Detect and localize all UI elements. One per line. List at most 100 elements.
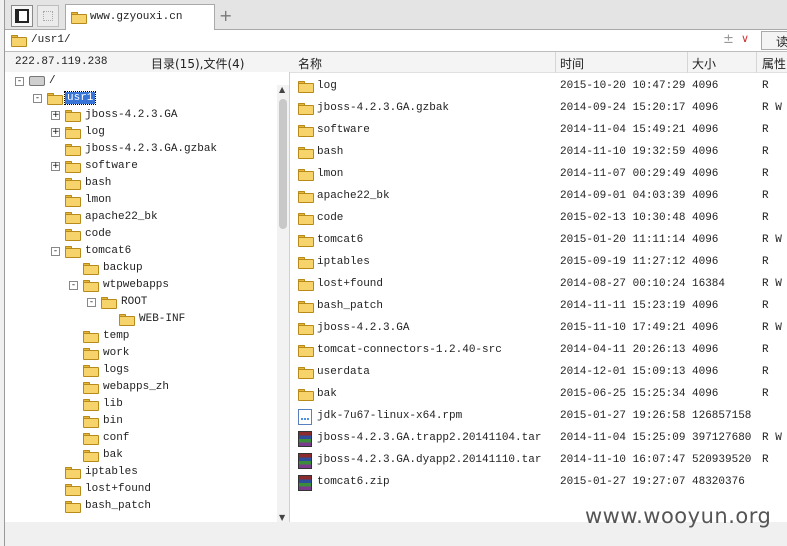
file-time: 2014-11-04 15:25:09 (560, 432, 686, 444)
file-row[interactable]: lost+found 2014-08-27 00:10:24 16384 R W (290, 274, 787, 296)
tree-item-label: bash_patch (85, 500, 152, 512)
folder-icon (65, 466, 81, 479)
new-tab-button[interactable]: + (219, 6, 232, 25)
file-name: jboss-4.2.3.GA.dyapp2.20141110.tar (317, 454, 542, 466)
collapse-icon[interactable]: - (51, 247, 60, 256)
file-row[interactable]: software 2014-11-04 15:49:21 4096 R (290, 120, 787, 142)
folder-icon (298, 124, 314, 137)
file-attr: R W (762, 322, 782, 334)
file-row[interactable]: jboss-4.2.3.GA.gzbak 2014-09-24 15:20:17 4… (290, 98, 787, 120)
file-row[interactable]: tomcat6.zip 2015-01-27 19:27:07 48320376 (290, 472, 787, 494)
folder-icon (298, 256, 314, 269)
expand-icon[interactable]: + (51, 128, 60, 137)
file-row[interactable]: jboss-4.2.3.GA 2015-11-10 17:49:21 4096 R W (290, 318, 787, 340)
column-size[interactable]: 大小 (692, 55, 716, 72)
file-name: bash_patch (317, 300, 384, 312)
file-size: 4096 (692, 80, 719, 92)
file-time: 2015-01-20 11:11:14 (560, 234, 686, 246)
file-row[interactable]: code 2015-02-13 10:30:48 4096 R (290, 208, 787, 230)
expand-icon[interactable]: + (51, 111, 60, 120)
file-time: 2015-11-10 17:49:21 (560, 322, 686, 334)
file-size: 4096 (692, 124, 719, 136)
file-time: 2015-01-27 19:26:58 (560, 410, 686, 422)
folder-icon (11, 34, 27, 47)
tree-header: 222.87.119.238 目录(15),文件(4) (5, 52, 290, 72)
panel-toggle-button[interactable] (11, 5, 33, 27)
folder-icon (65, 143, 81, 156)
file-row[interactable]: jboss-4.2.3.GA.dyapp2.20141110.tar 2014-1… (290, 450, 787, 472)
file-row[interactable]: bash_patch 2014-11-11 15:23:19 4096 R (290, 296, 787, 318)
file-name: tomcat-connectors-1.2.40-src (317, 344, 502, 356)
file-attr: R (762, 454, 769, 466)
file-size: 48320376 (692, 476, 745, 488)
file-row[interactable]: jdk-7u67-linux-x64.rpm 2015-01-27 19:26:5… (290, 406, 787, 428)
file-attr: R (762, 212, 769, 224)
folder-icon (65, 109, 81, 122)
secondary-panel-button[interactable] (37, 5, 59, 27)
scroll-down-icon[interactable]: ▼ (279, 513, 285, 522)
tab-site[interactable]: www.gzyouxi.cn (65, 4, 215, 30)
folder-icon (65, 126, 81, 139)
column-time[interactable]: 时间 (560, 55, 584, 72)
file-time: 2014-11-07 00:29:49 (560, 168, 686, 180)
file-row[interactable]: userdata 2014-12-01 15:09:13 4096 R (290, 362, 787, 384)
chevron-down-icon[interactable]: ∨ (741, 32, 749, 45)
file-row[interactable]: lmon 2014-11-07 00:29:49 4096 R (290, 164, 787, 186)
file-time: 2014-11-10 19:32:59 (560, 146, 686, 158)
folder-icon (65, 483, 81, 496)
collapse-icon[interactable]: - (33, 94, 42, 103)
column-divider[interactable] (687, 52, 688, 73)
column-name[interactable]: 名称 (298, 55, 322, 72)
file-name: log (317, 80, 337, 92)
file-name: apache22_bk (317, 190, 390, 202)
tree-item-label: lmon (85, 194, 112, 206)
watermark: www.wooyun.org (585, 504, 772, 528)
column-divider[interactable] (555, 52, 556, 73)
tree-item-label: webapps_zh (103, 381, 170, 393)
file-row[interactable]: jboss-4.2.3.GA.trapp2.20141104.tar 2014-1… (290, 428, 787, 450)
path-input[interactable]: /usr1/ (31, 34, 71, 46)
tree-item-label: / (49, 75, 56, 87)
collapse-icon[interactable]: - (87, 298, 96, 307)
file-name: bash (317, 146, 344, 158)
file-size: 4096 (692, 168, 719, 180)
file-name: tomcat6 (317, 234, 364, 246)
tree-item-label: temp (103, 330, 130, 342)
folder-icon (298, 80, 314, 93)
tree-item-label: tomcat6 (85, 245, 132, 257)
file-time: 2014-09-01 04:03:39 (560, 190, 686, 202)
tree-scrollbar[interactable]: ▲ ▼ (277, 85, 289, 522)
file-time: 2014-08-27 00:10:24 (560, 278, 686, 290)
file-row[interactable]: bash 2014-11-10 19:32:59 4096 R (290, 142, 787, 164)
tree-item-label: log (85, 126, 105, 138)
file-attr: R (762, 344, 769, 356)
file-row[interactable]: apache22_bk 2014-09-01 04:03:39 4096 R (290, 186, 787, 208)
tab-label: www.gzyouxi.cn (90, 11, 183, 23)
file-row[interactable]: tomcat-connectors-1.2.40-src 2014-04-11 2… (290, 340, 787, 362)
folder-icon (65, 160, 81, 173)
file-name: jboss-4.2.3.GA.gzbak (317, 102, 450, 114)
collapse-icon[interactable]: - (69, 281, 78, 290)
plus-minus-icon[interactable]: ± (723, 32, 734, 47)
file-row[interactable]: iptables 2015-09-19 11:27:12 4096 R (290, 252, 787, 274)
file-row[interactable]: tomcat6 2015-01-20 11:11:14 4096 R W (290, 230, 787, 252)
file-size: 4096 (692, 212, 719, 224)
file-row[interactable]: log 2015-10-20 10:47:29 4096 R (290, 76, 787, 98)
file-attr: R W (762, 102, 782, 114)
file-time: 2015-02-13 10:30:48 (560, 212, 686, 224)
tree-item-label: bak (103, 449, 123, 461)
folder-icon (65, 194, 81, 207)
file-time: 2015-10-20 10:47:29 (560, 80, 686, 92)
folder-icon (101, 296, 117, 309)
column-attr[interactable]: 属性 (762, 55, 786, 72)
file-row[interactable]: bak 2015-06-25 15:25:34 4096 R (290, 384, 787, 406)
read-button[interactable]: 读 (761, 31, 787, 50)
scroll-thumb[interactable] (279, 99, 287, 229)
expand-icon[interactable]: + (51, 162, 60, 171)
column-divider[interactable] (756, 52, 757, 73)
file-attr: R W (762, 432, 782, 444)
file-size: 4096 (692, 146, 719, 158)
file-list-header: 名称 时间 大小 属性 (290, 52, 787, 73)
scroll-up-icon[interactable]: ▲ (279, 85, 285, 94)
collapse-icon[interactable]: - (15, 77, 24, 86)
